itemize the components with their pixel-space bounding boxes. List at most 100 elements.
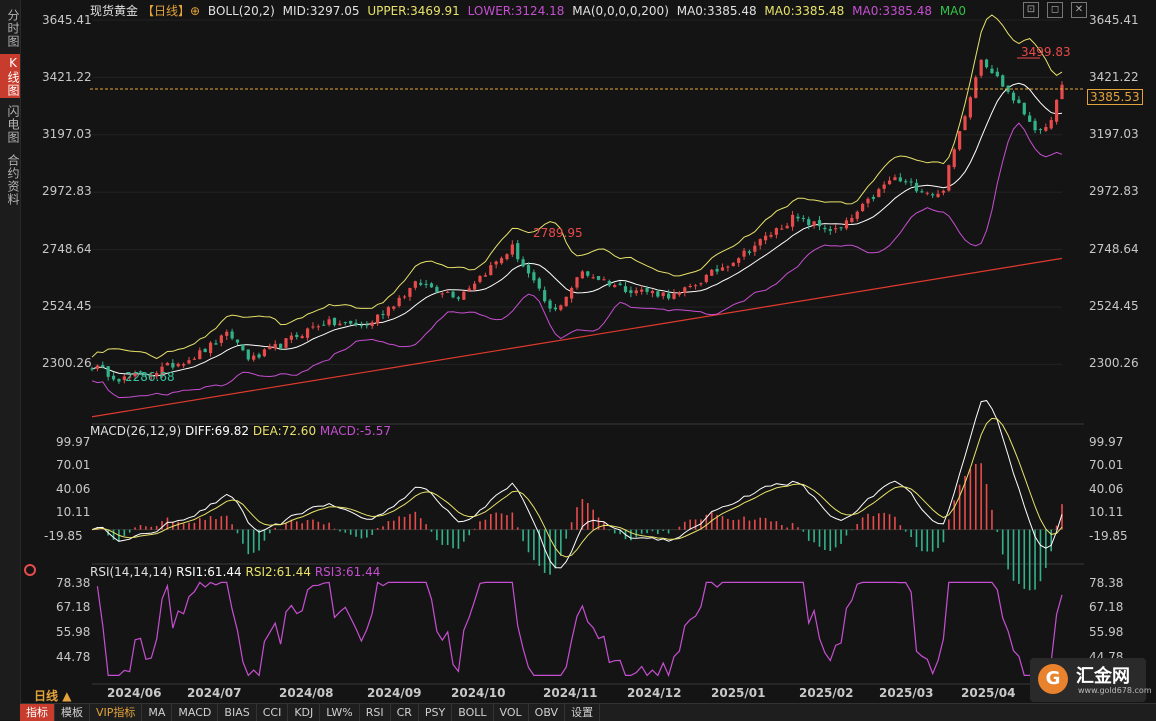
toolbar-cci[interactable]: CCI: [257, 704, 289, 721]
macd-tick-right: 70.01: [1089, 458, 1124, 472]
chevron-up-icon: ▲: [62, 689, 72, 703]
candle-up: [677, 292, 681, 295]
candle-up: [289, 335, 293, 340]
candle-down: [839, 227, 843, 229]
candle-up: [764, 235, 768, 241]
toolbar-bias[interactable]: BIAS: [218, 704, 257, 721]
candle-down: [279, 343, 283, 349]
candle-down: [596, 275, 601, 280]
candle-up: [262, 349, 267, 357]
candle-up: [397, 297, 401, 306]
candle-down: [171, 362, 175, 368]
candle-up: [710, 269, 714, 276]
candle-up: [510, 244, 514, 255]
candle-down: [235, 339, 240, 343]
candle-down: [456, 297, 461, 299]
toolbar-vol[interactable]: VOL: [494, 704, 529, 721]
candle-down: [516, 243, 520, 260]
candle-up: [979, 59, 983, 76]
toolbar-lw[interactable]: LW%: [320, 704, 360, 721]
candle-up: [780, 228, 784, 230]
toolbar-rsi[interactable]: RSI: [360, 704, 391, 721]
candle-up: [182, 364, 186, 366]
price-tick: 2748.64: [42, 242, 92, 256]
candle-up: [877, 189, 881, 198]
macd-tick: 10.11: [56, 505, 91, 519]
candle-down: [898, 177, 902, 182]
candle-up: [850, 217, 854, 222]
indicator-toolbar: 指标 模板 VIP指标 MA MACD BIAS CCI KDJ LW% RSI CR PSY BOLL…: [20, 703, 1156, 721]
macd-diff: DIFF:69.82: [184, 424, 250, 438]
candle-up: [505, 254, 509, 260]
toolbar-macd[interactable]: MACD: [172, 704, 219, 721]
date-label: 2024/06: [107, 686, 162, 700]
candle-up: [591, 277, 595, 279]
candle-up: [769, 234, 773, 237]
candle-down: [230, 331, 234, 339]
candle-down: [995, 71, 999, 77]
toolbar-boll[interactable]: BOLL: [452, 704, 494, 721]
candle-down: [241, 344, 245, 351]
rsi-tick: 55.98: [56, 625, 91, 639]
date-label: 2025/02: [799, 686, 854, 700]
candle-up: [1055, 99, 1059, 122]
candle-down: [817, 220, 822, 227]
candle-up: [376, 314, 380, 324]
period-selector[interactable]: 日线 ▲: [34, 687, 71, 704]
candle-down: [618, 283, 622, 286]
price-chart[interactable]: 3499.83 2789.95 2286.68: [0, 0, 1156, 720]
candle-down: [435, 286, 439, 293]
toolbar-indicators[interactable]: 指标: [20, 704, 55, 721]
candle-up: [640, 289, 644, 292]
toolbar-ma[interactable]: MA: [142, 704, 173, 721]
candle-up: [268, 346, 272, 350]
toolbar-cr[interactable]: CR: [391, 704, 419, 721]
price-tick-right: 2524.45: [1089, 299, 1139, 313]
macd-tick: 40.06: [56, 482, 91, 496]
candle-up: [1049, 120, 1053, 129]
toolbar-settings[interactable]: 设置: [565, 704, 601, 721]
candle-up: [338, 323, 342, 326]
candle-up: [634, 290, 638, 294]
candle-up: [300, 336, 304, 339]
candle-down: [203, 348, 207, 353]
candle-up: [834, 228, 838, 230]
low-annotation: 2286.68: [125, 370, 175, 384]
candle-up: [165, 362, 170, 366]
candle-down: [823, 227, 827, 230]
candle-up: [952, 149, 956, 168]
candle-up: [386, 307, 390, 316]
candle-up: [882, 184, 886, 189]
candle-up: [1060, 84, 1064, 100]
candle-up: [499, 258, 504, 264]
toolbar-vip[interactable]: VIP指标: [90, 704, 143, 721]
candle-up: [402, 296, 407, 298]
rsi-tick: 67.18: [56, 600, 91, 614]
candle-up: [790, 214, 795, 227]
candle-up: [440, 293, 444, 295]
toolbar-psy[interactable]: PSY: [419, 704, 453, 721]
candle-up: [672, 293, 676, 299]
toolbar-obv[interactable]: OBV: [529, 704, 566, 721]
candle-up: [192, 358, 196, 360]
rsi-name[interactable]: RSI(14,14,14): [90, 565, 172, 579]
macd-tick-right: 99.97: [1089, 435, 1124, 449]
candle-down: [526, 264, 531, 274]
candle-up: [225, 331, 229, 336]
logo-title: 汇金网: [1076, 666, 1130, 687]
candle-up: [392, 306, 396, 309]
price-tick-right: 2748.64: [1089, 242, 1139, 256]
candle-up: [575, 277, 579, 288]
macd-name[interactable]: MACD(26,12,9): [90, 424, 181, 438]
candle-up: [408, 287, 412, 297]
candle-down: [623, 286, 628, 292]
rsi-tick-right: 78.38: [1089, 576, 1124, 590]
candle-down: [871, 197, 875, 199]
candle-up: [305, 328, 310, 338]
date-label: 2025/01: [711, 686, 766, 700]
toolbar-kdj[interactable]: KDJ: [288, 704, 321, 721]
candle-up: [742, 250, 746, 257]
toolbar-templates[interactable]: 模板: [55, 704, 90, 721]
candle-down: [607, 280, 611, 286]
rsi-settings-icon[interactable]: [24, 564, 36, 576]
